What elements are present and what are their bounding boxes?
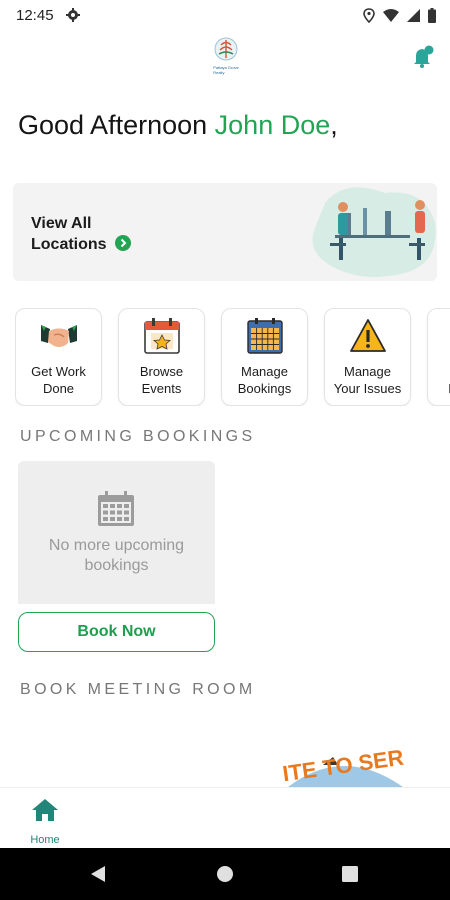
empty-bookings-message: No more upcoming bookings: [48, 537, 185, 574]
logo-text: Pattaya Grove Realty: [213, 65, 239, 75]
locations-title-line2: Locations: [31, 236, 107, 253]
chevron-right-circle-icon: [115, 235, 132, 251]
quick-action-label: Manage Bookings: [237, 364, 292, 396]
company-logo: Pattaya Grove Realty: [201, 36, 251, 82]
recents-icon[interactable]: [342, 866, 358, 882]
bottom-navigation: Home: [0, 787, 450, 848]
locations-title-line1: View All: [31, 215, 92, 232]
nav-home-label: Home: [30, 834, 60, 846]
warning-icon: [350, 319, 386, 352]
gear-icon: [65, 8, 80, 22]
app-header: Pattaya Grove Realty: [0, 30, 450, 90]
view-all-locations-card[interactable]: View All Locations: [13, 183, 437, 281]
quick-action-label: MDo: [414, 363, 450, 397]
location-icon: [363, 7, 375, 23]
back-icon[interactable]: [89, 865, 107, 883]
user-name: John Doe: [214, 110, 331, 140]
meeting-room-banner[interactable]: ITE TO SER: [268, 735, 418, 787]
battery-icon: [428, 7, 436, 23]
calendar-icon: [98, 491, 134, 526]
quick-action-manage-issues[interactable]: Manage Your Issues: [324, 308, 411, 406]
quick-action-label: Browse Events: [139, 364, 184, 396]
bell-icon[interactable]: [410, 44, 436, 70]
signal-icon: [407, 8, 420, 22]
quick-action-partial[interactable]: MDo: [427, 308, 450, 406]
quick-action-label: Get Work Done: [31, 364, 86, 396]
book-meeting-room-title: BOOK MEETING ROOM: [20, 681, 256, 698]
home-circle-icon[interactable]: [216, 865, 234, 883]
status-time: 12:45: [16, 6, 54, 24]
handshake-icon: [41, 325, 77, 347]
quick-action-get-work-done[interactable]: Get Work Done: [15, 308, 102, 406]
bookings-calendar-icon: [247, 318, 283, 354]
system-navigation-bar: [0, 848, 450, 900]
book-now-button[interactable]: Book Now: [18, 612, 215, 652]
quick-action-browse-events[interactable]: Browse Events: [118, 308, 205, 406]
locations-title: View All Locations: [31, 213, 132, 255]
quick-actions-row: Get Work Done Browse Events Manage Bookings: [15, 308, 450, 406]
wifi-icon: [383, 8, 399, 22]
quick-action-manage-bookings[interactable]: Manage Bookings: [221, 308, 308, 406]
quick-action-label: Manage Your Issues: [333, 364, 402, 396]
greeting-suffix: ,: [330, 110, 338, 140]
greeting-prefix: Good Afternoon: [18, 110, 215, 140]
nav-home[interactable]: Home: [18, 796, 72, 846]
greeting: Good Afternoon John Doe,: [18, 110, 338, 141]
home-icon: [32, 799, 58, 821]
status-bar: 12:45: [0, 0, 450, 30]
upcoming-bookings-empty-card: No more upcoming bookings: [18, 461, 215, 604]
event-calendar-icon: [144, 318, 180, 354]
upcoming-bookings-title: UPCOMING BOOKINGS: [20, 428, 256, 445]
office-illustration: [312, 187, 436, 277]
